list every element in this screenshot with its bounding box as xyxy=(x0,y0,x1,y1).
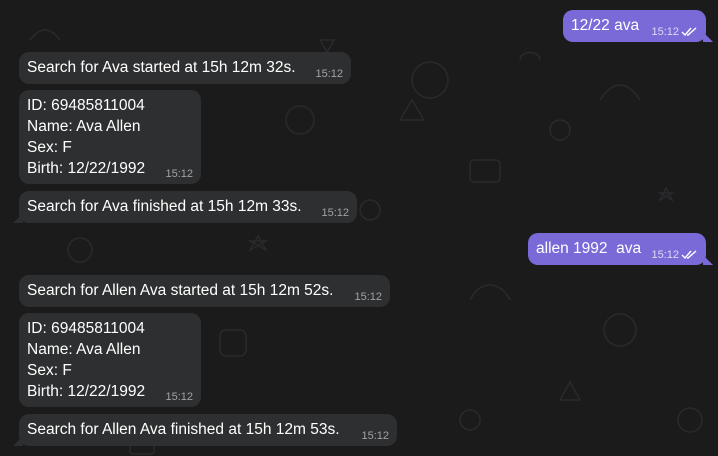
message-time: 15:12 xyxy=(165,391,193,403)
message-text: Search for Allen Ava finished at 15h 12m… xyxy=(27,421,340,438)
bubble-tail xyxy=(13,436,23,446)
message-time: 15:12 xyxy=(361,430,389,442)
message-meta: 15:12 xyxy=(165,391,193,403)
read-double-check-icon xyxy=(681,27,697,37)
message-time: 15:12 xyxy=(651,249,679,261)
incoming-message[interactable]: ID: 69485811004 Name: Ava Allen Sex: F B… xyxy=(19,313,201,407)
message-meta: 15:12 xyxy=(315,68,343,80)
outgoing-message[interactable]: 12/22 ava 15:12 xyxy=(563,10,713,42)
message-meta: 15:12 xyxy=(354,291,382,303)
message-meta: 15:12 xyxy=(651,249,698,261)
incoming-message[interactable]: ID: 69485811004 Name: Ava Allen Sex: F B… xyxy=(19,90,201,184)
message-text: Search for Allen Ava started at 15h 12m … xyxy=(27,282,334,299)
message-text: ID: 69485811004 Name: Ava Allen Sex: F B… xyxy=(27,97,146,177)
message-time: 15:12 xyxy=(651,26,679,38)
incoming-message[interactable]: Search for Ava started at 15h 12m 32s. 1… xyxy=(19,52,351,84)
message-meta: 15:12 xyxy=(321,207,349,219)
message-text: Search for Ava finished at 15h 12m 33s. xyxy=(27,198,302,215)
incoming-message[interactable]: Search for Allen Ava started at 15h 12m … xyxy=(19,275,390,307)
message-time: 15:12 xyxy=(315,68,343,80)
read-double-check-icon xyxy=(681,250,697,260)
message-meta: 15:12 xyxy=(651,26,698,38)
message-time: 15:12 xyxy=(354,291,382,303)
message-time: 15:12 xyxy=(321,207,349,219)
message-meta: 15:12 xyxy=(361,430,389,442)
message-text: ID: 69485811004 Name: Ava Allen Sex: F B… xyxy=(27,320,146,400)
message-meta: 15:12 xyxy=(165,168,193,180)
message-list: 12/22 ava 15:12 Search for Ava started a… xyxy=(0,0,718,456)
bubble-tail xyxy=(13,213,23,223)
incoming-message[interactable]: Search for Allen Ava finished at 15h 12m… xyxy=(13,414,397,446)
bubble-tail xyxy=(703,255,713,265)
bubble-tail xyxy=(703,32,713,42)
outgoing-message[interactable]: allen 1992 ava 15:12 xyxy=(528,233,713,265)
message-text: Search for Ava started at 15h 12m 32s. xyxy=(27,59,296,76)
message-time: 15:12 xyxy=(165,168,193,180)
incoming-message[interactable]: Search for Ava finished at 15h 12m 33s. … xyxy=(13,191,357,223)
